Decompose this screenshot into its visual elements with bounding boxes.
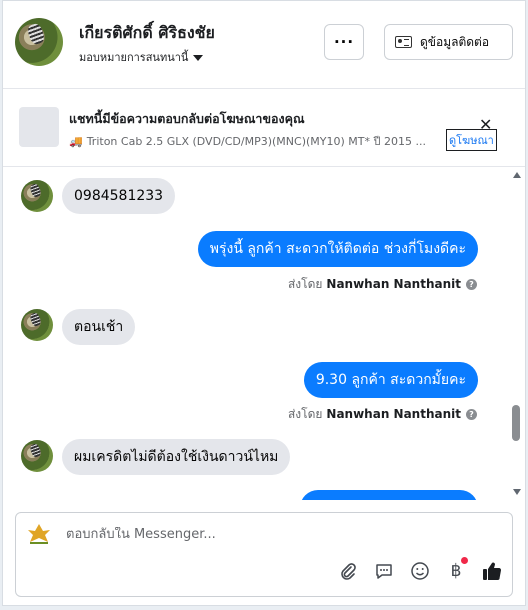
incoming-message: 0984581233 [62,178,176,214]
close-icon[interactable]: ✕ [479,117,492,133]
contact-avatar[interactable] [15,18,63,66]
view-contact-label: ดูข้อมูลติดต่อ [420,34,490,49]
assign-conversation-dropdown[interactable]: มอบหมายการสนทนานี้ [79,48,204,66]
reply-input[interactable] [66,527,486,542]
sent-by-name: Nanwhan Nanthanit [326,407,461,421]
scrollbar-thumb[interactable] [512,405,520,441]
sent-by-label: ส่งโดย [287,407,323,421]
thumbs-up-icon[interactable] [480,559,504,583]
ad-product-text: Triton Cab 2.5 GLX (DVD/CD/MP3)(MNC)(MY1… [86,135,426,148]
sender-avatar[interactable] [21,440,53,472]
outgoing-message: พรุ่งนี้ ลูกค้า สะดวกให้ติดต่อ ช่วงกี่โม… [197,231,478,267]
sender-avatar[interactable] [21,309,53,341]
notification-dot [461,557,468,564]
help-icon[interactable]: ? [466,279,477,290]
scroll-up-arrow-icon[interactable] [513,172,521,178]
truck-icon: 🚚 [69,135,83,148]
ad-reply-banner: แชทนี้มีข้อความตอบกลับต่อโฆษณาของคุณ 🚚 Tr… [3,90,525,167]
conversation-panel: เกียรติศักดิ์ ศิริธงชัย มอบหมายการสนทนาน… [2,0,526,606]
sent-by-label: ส่งโดย [287,277,323,291]
outgoing-message-partial [300,490,478,500]
more-options-button[interactable]: ··· [324,24,364,60]
page-logo-icon [28,524,50,544]
paperclip-icon[interactable] [336,559,360,583]
view-contact-button[interactable]: ดูข้อมูลติดต่อ [384,24,513,60]
outgoing-message: 9.30 ลูกค้า สะดวกมั้ยคะ [303,362,478,398]
currency-symbol: ฿ [450,561,462,581]
assign-label: มอบหมายการสนทนานี้ [79,51,189,64]
sent-by-note: ส่งโดย Nanwhan Nanthanit? [288,275,477,294]
ad-banner-title: แชทนี้มีข้อความตอบกลับต่อโฆษณาของคุณ [69,111,305,126]
sent-by-note: ส่งโดย Nanwhan Nanthanit? [288,405,477,424]
incoming-message: ผมเครดิตไม่ดีต้องใช้เงินดาวน์ไหม [62,439,291,475]
chat-bubble-icon[interactable] [372,559,396,583]
baht-icon[interactable]: ฿ [444,557,468,583]
sent-by-name: Nanwhan Nanthanit [326,277,461,291]
scroll-down-arrow-icon[interactable] [513,489,521,495]
sender-avatar[interactable] [21,180,53,212]
contact-name[interactable]: เกียรติศักดิ์ ศิริธงชัย [79,21,215,46]
ad-thumbnail [19,107,59,147]
message-list: 0984581233 พรุ่งนี้ ลูกค้า สะดวกให้ติดต่… [3,168,525,500]
conversation-header: เกียรติศักดิ์ ศิริธงชัย มอบหมายการสนทนาน… [3,1,525,89]
incoming-message: ตอนเช้า [62,309,136,345]
ad-product: 🚚 Triton Cab 2.5 GLX (DVD/CD/MP3)(MNC)(MY… [69,132,447,150]
caret-down-icon [193,55,204,61]
help-icon[interactable]: ? [466,409,477,420]
smiley-icon[interactable] [408,559,432,583]
contact-card-icon [395,36,412,48]
message-composer: ฿ [15,512,513,597]
